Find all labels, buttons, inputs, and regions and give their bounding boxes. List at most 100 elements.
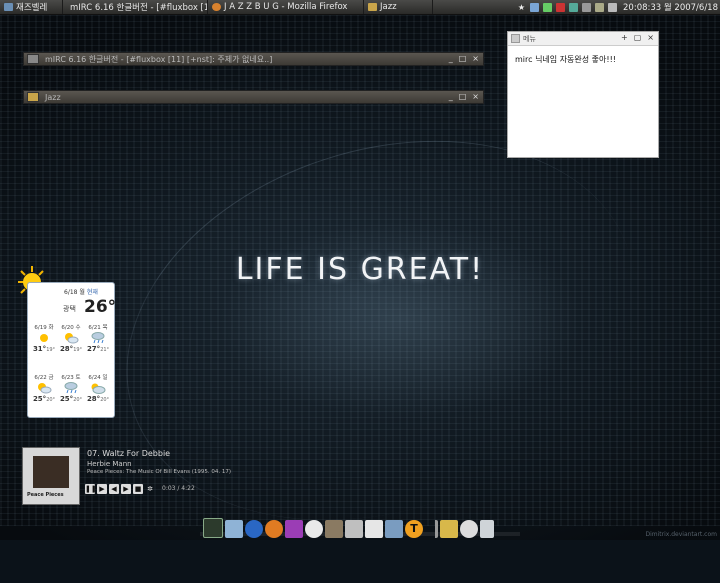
weather-current-temp: 26° <box>84 297 117 317</box>
close-button[interactable]: × <box>472 92 479 101</box>
window-title: Jazz <box>45 92 61 102</box>
firefox-icon <box>212 3 221 11</box>
player-controls: ❚❚ ▶ ◀ ▶ ■ ✲ <box>85 484 155 494</box>
forecast-day: 6/22 금 25°20° <box>31 373 57 403</box>
cloud-icon <box>91 383 106 394</box>
date-label: 6/18 월 <box>64 289 85 296</box>
task-mirc[interactable]: mIRC 6.16 한글버전 - [#fluxbox [11... <box>63 0 208 14</box>
forecast-high: 25° <box>59 395 74 403</box>
jazz-window-shaded[interactable]: Jazz _ □ × <box>23 90 484 104</box>
note-add-button[interactable]: + <box>621 33 628 42</box>
next-button[interactable]: ▶ <box>121 484 131 494</box>
note-text[interactable]: mirc 닉네임 자동완성 좋아!!! <box>508 46 658 73</box>
document-icon[interactable] <box>365 520 383 538</box>
previous-button[interactable]: ◀ <box>109 484 119 494</box>
settings-icon[interactable] <box>595 2 605 12</box>
sunny-icon <box>40 334 48 342</box>
system-tray: ★ 20:08:33 월 2007/6/18 <box>515 0 720 14</box>
volume-icon[interactable] <box>608 2 618 12</box>
top-panel: 재즈벨레 mIRC 6.16 한글버전 - [#fluxbox [11... J… <box>0 0 720 15</box>
forecast-high: 25° <box>32 395 47 403</box>
forecast-day: 6/19 화 31°19° <box>31 323 57 353</box>
wallpaper-slogan: LIFE IS GREAT! <box>235 252 485 287</box>
task-label: mIRC 6.16 한글버전 - [#fluxbox [11... <box>70 3 208 13</box>
forecast-date: 6/19 화 <box>34 325 54 331</box>
task-jazz[interactable]: Jazz <box>364 0 433 14</box>
close-button[interactable]: × <box>472 54 479 63</box>
folder-icon <box>368 3 377 11</box>
note-close-button[interactable]: × <box>647 33 654 42</box>
forecast-low: 20° <box>46 397 56 403</box>
minimize-button[interactable]: _ <box>449 92 453 101</box>
forecast-high: 28° <box>59 345 74 353</box>
track-title: 07. Waltz For Debbie <box>87 449 171 458</box>
maximize-button[interactable]: □ <box>459 54 467 63</box>
stop-button[interactable]: ■ <box>133 484 143 494</box>
forecast-date: 6/24 일 <box>88 375 108 381</box>
sun-cloud-icon <box>65 333 79 344</box>
cloud-tray-icon[interactable] <box>530 2 540 12</box>
track-artist: Herbie Mann <box>87 460 132 468</box>
note-titlebar[interactable]: 메뉴 + ▢ × <box>508 32 658 46</box>
album-art-text: Peace Pieces <box>27 492 64 498</box>
rain-icon <box>64 382 78 394</box>
window-title: mIRC 6.16 한글버전 - [#fluxbox [11] [+nst]: … <box>45 54 273 64</box>
weather-date: 6/18 월 현재 <box>64 287 98 296</box>
album-art-figure <box>33 456 69 488</box>
forecast-day: 6/23 토 25°20° <box>58 373 84 403</box>
star-icon[interactable]: ★ <box>517 3 526 12</box>
forecast-high: 27° <box>86 345 101 353</box>
menu-button[interactable]: ✲ <box>145 484 155 494</box>
mirc-window-shaded[interactable]: mIRC 6.16 한글버전 - [#fluxbox [11] [+nst]: … <box>23 52 484 66</box>
folder-icon <box>27 92 39 102</box>
pen-icon[interactable] <box>425 520 438 538</box>
display-icon[interactable] <box>582 2 592 12</box>
weather-location[interactable]: 광택 <box>63 304 76 314</box>
window-icon <box>27 54 39 64</box>
chat-icon[interactable] <box>569 2 579 12</box>
image-editor-icon[interactable] <box>440 520 458 538</box>
forecast-date: 6/22 금 <box>34 375 54 381</box>
terminal-icon[interactable] <box>203 518 223 538</box>
note-icon <box>511 34 520 43</box>
media-player-icon[interactable] <box>305 520 323 538</box>
track-album: Peace Pieces: The Music Of Bill Evans (1… <box>87 469 231 475</box>
now-label: 현재 <box>86 289 98 296</box>
font-t-icon[interactable]: T <box>405 520 423 538</box>
transfer-icon[interactable] <box>385 520 403 538</box>
forecast-day: 6/20 수 28°19° <box>58 323 84 353</box>
task-label: J A Z Z B U G - Mozilla Firefox <box>224 2 348 12</box>
wallpaper-credit: Dimitrix.deviantart.com <box>645 531 717 538</box>
image-viewer-icon[interactable] <box>345 520 363 538</box>
note-restore-button[interactable]: ▢ <box>634 33 642 42</box>
task-firefox[interactable]: J A Z Z B U G - Mozilla Firefox <box>208 0 364 14</box>
track-time: 0:03 / 4:22 <box>162 485 195 492</box>
weather-widget[interactable]: 6/18 월 현재 광택 26° 6/19 화 31°19° 6/20 수 28… <box>27 282 117 418</box>
note-menu[interactable]: 메뉴 <box>523 34 536 44</box>
firefox-icon[interactable] <box>265 520 283 538</box>
forecast-date: 6/21 목 <box>88 325 108 331</box>
gimp-icon[interactable] <box>325 520 343 538</box>
network-icon[interactable] <box>543 2 553 12</box>
ie-icon[interactable] <box>245 520 263 538</box>
album-art[interactable]: Peace Pieces <box>22 447 80 505</box>
folder-icon[interactable] <box>225 520 243 538</box>
trash-icon[interactable] <box>480 520 494 538</box>
sticky-note[interactable]: 메뉴 + ▢ × mirc 닉네임 자동완성 좋아!!! <box>507 31 659 158</box>
forecast-high: 31° <box>32 345 47 353</box>
puzzle-icon[interactable] <box>285 520 303 538</box>
forecast-low: 20° <box>73 397 83 403</box>
maximize-button[interactable]: □ <box>459 92 467 101</box>
pause-button[interactable]: ❚❚ <box>85 484 97 494</box>
play-button[interactable]: ▶ <box>97 484 107 494</box>
clock-icon[interactable] <box>460 520 478 538</box>
forecast-low: 21° <box>100 347 110 353</box>
task-label: 재즈벨레 <box>16 3 48 13</box>
forecast-date: 6/23 토 <box>61 375 81 381</box>
sun-cloud-icon <box>38 383 52 394</box>
panel-clock[interactable]: 20:08:33 월 2007/6/18 <box>619 1 720 13</box>
minimize-button[interactable]: _ <box>449 54 453 63</box>
app-menu-icon <box>4 3 13 11</box>
update-icon[interactable] <box>556 2 566 12</box>
task-start-menu[interactable]: 재즈벨레 <box>0 0 63 14</box>
